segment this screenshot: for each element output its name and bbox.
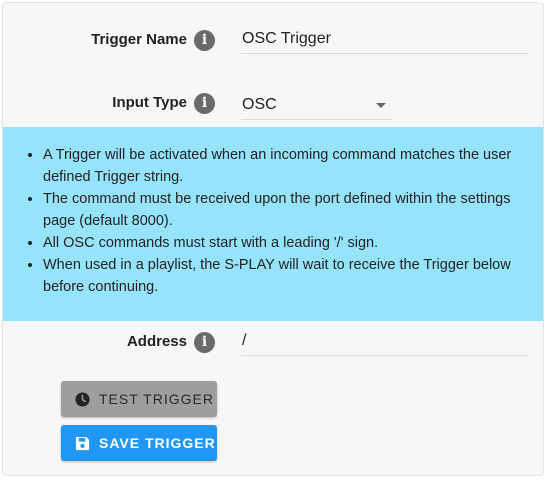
input-type-row: Input Type i OSC bbox=[3, 87, 543, 127]
trigger-name-label: Trigger Name bbox=[91, 31, 187, 48]
input-type-selected: OSC bbox=[242, 96, 277, 113]
address-input[interactable]: / bbox=[241, 328, 528, 356]
trigger-name-input[interactable]: OSC Trigger bbox=[241, 26, 528, 54]
info-panel: A Trigger will be activated when an inco… bbox=[3, 127, 543, 321]
trigger-name-value: OSC Trigger bbox=[242, 30, 331, 47]
address-row: Address i / bbox=[3, 325, 543, 365]
clock-icon bbox=[75, 391, 90, 407]
info-item: A Trigger will be activated when an inco… bbox=[43, 144, 523, 188]
floppy-disk-icon bbox=[75, 436, 90, 450]
info-icon[interactable]: i bbox=[194, 30, 215, 51]
info-item: The command must be received upon the po… bbox=[43, 188, 523, 232]
save-trigger-button[interactable]: SAVE TRIGGER bbox=[61, 425, 217, 461]
info-item: When used in a playlist, the S-PLAY will… bbox=[43, 254, 523, 298]
address-value: / bbox=[242, 332, 247, 349]
info-icon[interactable]: i bbox=[194, 93, 215, 114]
address-label: Address bbox=[126, 333, 187, 350]
test-trigger-label: TEST TRIGGER bbox=[99, 391, 214, 407]
info-icon[interactable]: i bbox=[194, 332, 215, 353]
trigger-name-row: Trigger Name i OSC Trigger bbox=[3, 23, 543, 63]
chevron-down-icon bbox=[376, 103, 386, 108]
test-trigger-button[interactable]: TEST TRIGGER bbox=[61, 381, 217, 417]
save-trigger-label: SAVE TRIGGER bbox=[99, 435, 216, 451]
trigger-settings-card: Trigger Name i OSC Trigger Input Type i … bbox=[2, 2, 544, 476]
input-type-label: Input Type bbox=[112, 94, 187, 111]
input-type-select[interactable]: OSC bbox=[241, 90, 392, 120]
info-list: A Trigger will be activated when an inco… bbox=[23, 144, 523, 298]
info-item: All OSC commands must start with a leadi… bbox=[43, 232, 523, 254]
